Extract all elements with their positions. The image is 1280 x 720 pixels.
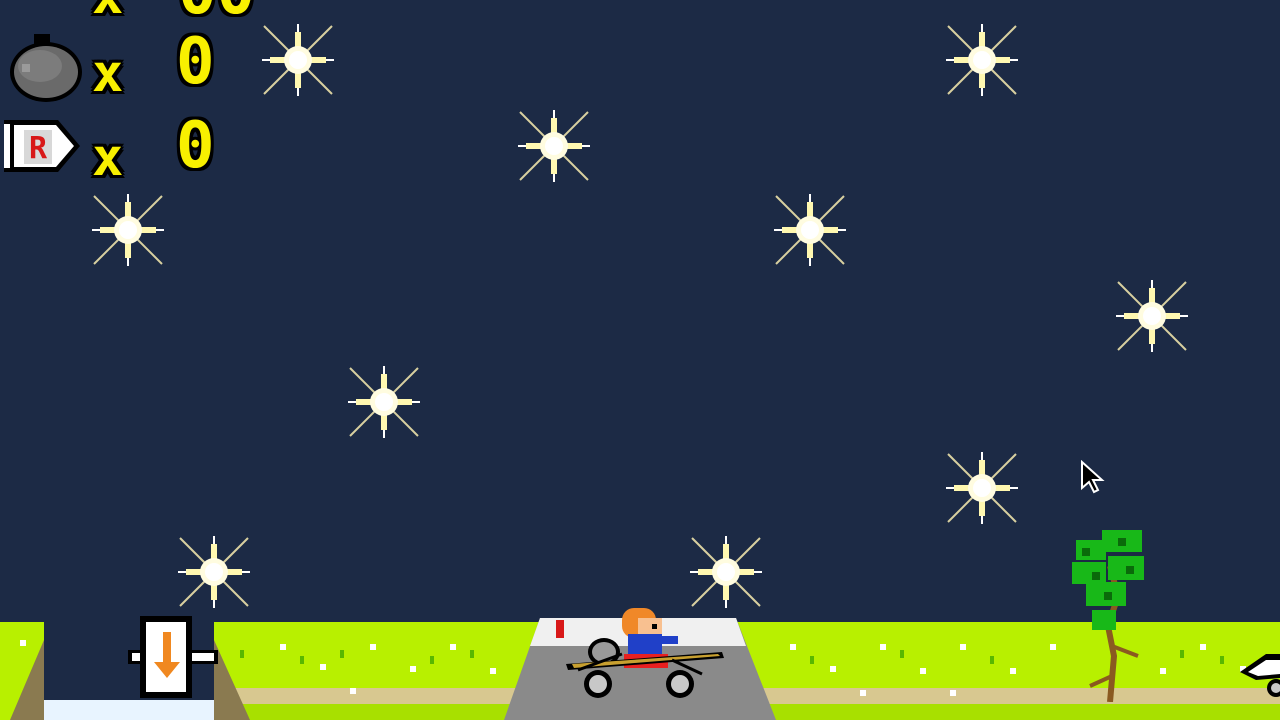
hud-rocks-counter: x 0 xyxy=(0,25,240,104)
hud-x-label: x xyxy=(92,0,123,22)
sparkle-star-icon xyxy=(944,22,1020,98)
game-scene[interactable]: x 00 x 0 R x 0 xyxy=(0,0,1280,720)
rock-icon xyxy=(10,34,82,102)
hud-rockets-x: x xyxy=(92,128,124,188)
player-cart[interactable] xyxy=(552,598,732,702)
mouse-cursor-icon xyxy=(1081,460,1105,494)
sparkle-star-icon xyxy=(772,192,848,268)
hud-partial-value: 00 xyxy=(178,0,255,24)
sparkle-star-icon xyxy=(1114,278,1190,354)
partial-cart-edge xyxy=(1240,654,1280,697)
tree xyxy=(1072,530,1144,702)
sparkle-star-icon xyxy=(944,450,1020,526)
hud-rocks-value: 0 xyxy=(176,25,215,99)
sparkle-star-icon xyxy=(90,192,166,268)
hud-rocks-x: x xyxy=(92,44,124,104)
sparkle-star-icon xyxy=(260,22,336,98)
coin-icon xyxy=(10,0,46,4)
r-badge-text: R xyxy=(29,131,48,166)
hud-rockets-value: 0 xyxy=(176,109,215,183)
sparkle-star-icon xyxy=(346,364,422,440)
hud-rockets-counter: R x 0 xyxy=(0,114,240,184)
r-rocket-icon: R xyxy=(4,120,80,172)
sparkle-star-icon xyxy=(176,534,252,610)
sparkle-star-icon xyxy=(516,108,592,184)
down-arrow-sign[interactable] xyxy=(126,614,220,700)
